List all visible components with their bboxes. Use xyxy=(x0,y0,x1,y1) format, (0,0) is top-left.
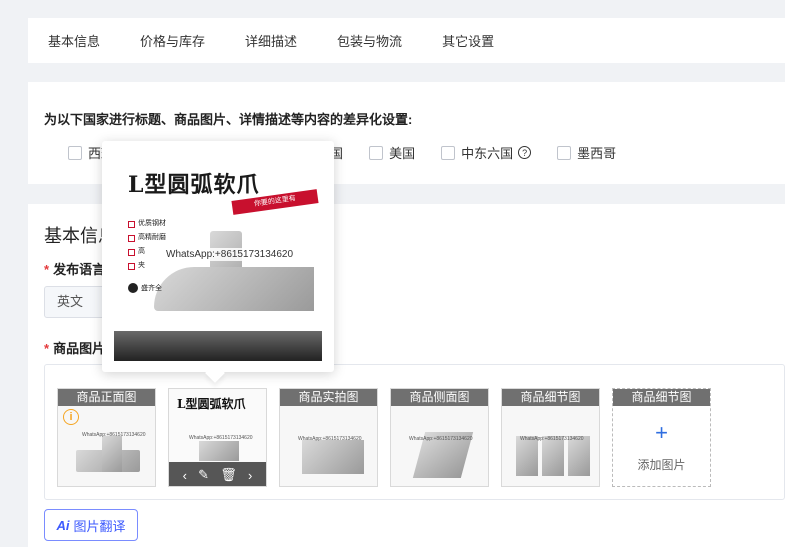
add-image-slot[interactable]: 商品细节图 + 添加图片 xyxy=(612,388,711,487)
country-label: 中东六国 xyxy=(461,146,514,161)
product-shape xyxy=(542,436,564,476)
translate-button-label: 图片翻译 xyxy=(73,518,126,534)
preview-image: L型圆弧软爪 你要的这里有 优质钢材 高精耐磨 高 夹 WhatsApp:+86… xyxy=(114,151,322,361)
thumb-title: L型圆弧软爪 xyxy=(177,397,246,411)
images-label-text: 商品图片 xyxy=(53,341,106,356)
image-preview-popover: L型圆弧软爪 你要的这里有 优质钢材 高精耐磨 高 夹 WhatsApp:+86… xyxy=(102,141,334,372)
thumb-label: 商品实拍图 xyxy=(280,389,377,406)
feature-text: 夹 xyxy=(138,262,145,269)
brand-badge: 盛齐全 xyxy=(128,283,162,293)
image-translate-button[interactable]: Ai 图片翻译 xyxy=(44,509,138,541)
checkbox[interactable] xyxy=(441,145,456,160)
country-label: 墨西哥 xyxy=(577,146,617,161)
tab-other-settings[interactable]: 其它设置 xyxy=(442,31,494,50)
image-thumb-front[interactable]: 商品正面图 i WhatsApp:+8615173134620 xyxy=(57,388,156,487)
feature-item: 夹 xyxy=(128,259,166,273)
checkbox[interactable] xyxy=(557,145,572,160)
thumb-label: 商品侧面图 xyxy=(391,389,488,406)
thumb-label: 商品正面图 xyxy=(58,389,155,406)
feature-text: 优质钢材 xyxy=(138,220,166,227)
feature-text: 高精耐磨 xyxy=(138,234,166,241)
question-circle-icon[interactable]: ? xyxy=(518,146,532,159)
required-mark: * xyxy=(44,341,50,356)
language-label-text: 发布语言 xyxy=(53,262,106,277)
required-mark: * xyxy=(44,262,50,277)
trash-icon[interactable]: 🗑 xyxy=(220,467,237,483)
preview-features: 优质钢材 高精耐磨 高 夹 xyxy=(128,217,166,273)
product-shape xyxy=(154,267,314,311)
preview-watermark: WhatsApp:+8615173134620 xyxy=(164,248,296,261)
preview-base xyxy=(114,331,322,361)
tab-description[interactable]: 详细描述 xyxy=(245,31,297,50)
product-shape xyxy=(302,440,364,474)
thumb-label: 商品细节图 xyxy=(613,389,710,406)
image-thumb-detail[interactable]: 商品细节图 WhatsApp:+8615173134620 xyxy=(501,388,600,487)
thumb-watermark: WhatsApp:+8615173134620 xyxy=(82,432,146,438)
thumb-image: WhatsApp:+8615173134620 xyxy=(502,406,599,486)
chevron-right-icon[interactable]: › xyxy=(248,468,252,483)
country-settings-title: 为以下国家进行标题、商品图片、详情描述等内容的差异化设置: xyxy=(44,112,413,127)
thumb-watermark: WhatsApp:+8615173134620 xyxy=(409,436,473,442)
brand-logo-icon xyxy=(128,283,138,293)
images-label: * 商品图片 xyxy=(44,338,105,357)
check-icon xyxy=(128,248,135,256)
thumb-image: i WhatsApp:+8615173134620 xyxy=(58,406,155,486)
tab-bar: 基本信息 价格与库存 详细描述 包装与物流 其它设置 xyxy=(28,18,785,63)
add-image-body: + 添加图片 xyxy=(613,406,710,486)
checkbox[interactable] xyxy=(369,145,384,160)
check-icon xyxy=(128,262,135,270)
thumb-image: L型圆弧软爪 WhatsApp:+8615173134620 ‹ ✎ 🗑 › xyxy=(169,389,266,486)
product-shape xyxy=(568,436,590,476)
country-middle-east[interactable]: 中东六国? xyxy=(441,143,532,162)
pencil-icon[interactable]: ✎ xyxy=(198,467,209,483)
preview-title: L型圆弧软爪 xyxy=(128,172,260,198)
thumb-controls: ‹ ✎ 🗑 › xyxy=(169,462,266,486)
plus-icon: + xyxy=(655,420,668,445)
chevron-left-icon[interactable]: ‹ xyxy=(183,468,187,483)
thumb-label: 商品细节图 xyxy=(502,389,599,406)
thumb-image: WhatsApp:+8615173134620 xyxy=(280,406,377,486)
thumb-watermark: WhatsApp:+8615173134620 xyxy=(520,436,584,442)
country-mexico[interactable]: 墨西哥 xyxy=(557,143,616,162)
product-shape xyxy=(199,441,239,461)
ai-icon: Ai xyxy=(56,517,70,533)
feature-text: 高 xyxy=(138,248,145,255)
info-icon[interactable]: i xyxy=(63,409,79,425)
language-label: * 发布语言 xyxy=(44,259,105,278)
thumb-watermark: WhatsApp:+8615173134620 xyxy=(298,436,362,442)
tab-price-stock[interactable]: 价格与库存 xyxy=(140,31,205,50)
country-usa[interactable]: 美国 xyxy=(369,143,415,162)
image-thumb-real[interactable]: 商品实拍图 WhatsApp:+8615173134620 xyxy=(279,388,378,487)
thumb-image: WhatsApp:+8615173134620 xyxy=(391,406,488,486)
product-shape xyxy=(102,436,122,472)
brand-name: 盛齐全 xyxy=(141,285,162,292)
tab-basic-info[interactable]: 基本信息 xyxy=(48,31,100,50)
image-thumb-side[interactable]: 商品侧面图 WhatsApp:+8615173134620 xyxy=(390,388,489,487)
check-icon xyxy=(128,234,135,242)
country-label: 美国 xyxy=(389,146,416,161)
feature-item: 高精耐磨 xyxy=(128,231,166,245)
check-icon xyxy=(128,220,135,228)
tab-packaging[interactable]: 包装与物流 xyxy=(337,31,402,50)
image-thumb-hovered[interactable]: L型圆弧软爪 WhatsApp:+8615173134620 ‹ ✎ 🗑 › xyxy=(168,388,267,487)
checkbox[interactable] xyxy=(68,145,82,160)
feature-item: 优质钢材 xyxy=(128,217,166,231)
product-shape xyxy=(516,436,538,476)
feature-item: 高 xyxy=(128,245,166,259)
add-image-text: 添加图片 xyxy=(637,458,686,472)
